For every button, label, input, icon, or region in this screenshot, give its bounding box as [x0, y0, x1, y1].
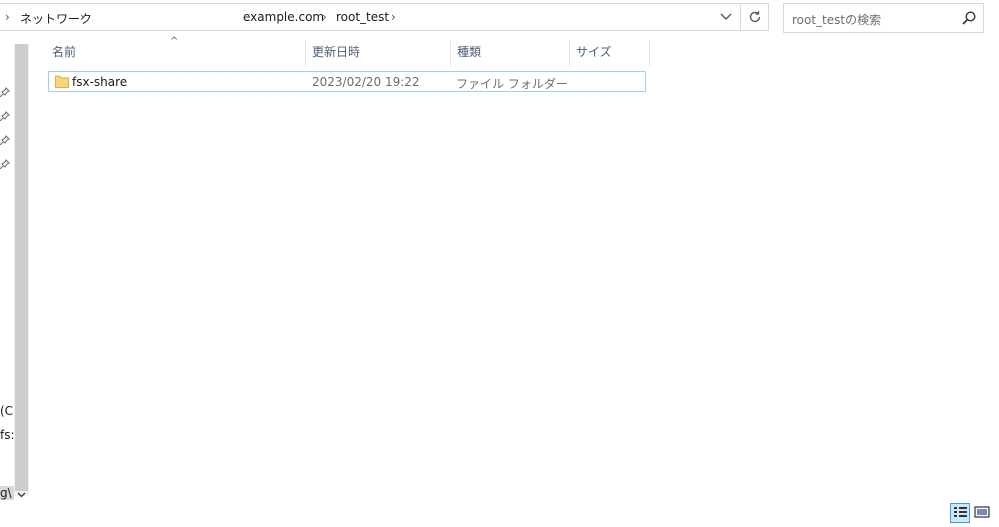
- file-name[interactable]: fsx-share: [72, 75, 127, 89]
- address-history-dropdown[interactable]: [713, 4, 739, 30]
- scroll-down-button[interactable]: [14, 488, 29, 502]
- column-header-size[interactable]: サイズ: [576, 43, 646, 63]
- chevron-right-icon[interactable]: ›: [322, 10, 327, 24]
- large-icons-view-icon: [974, 506, 990, 518]
- nav-item-selected[interactable]: g\: [0, 486, 14, 500]
- pin-icon[interactable]: [0, 111, 10, 121]
- large-icons-view-button[interactable]: [973, 503, 993, 523]
- pin-icon[interactable]: [0, 87, 10, 97]
- chevron-right-icon[interactable]: ›: [5, 10, 10, 24]
- breadcrumb-domain[interactable]: example.com: [243, 10, 324, 24]
- refresh-icon: [749, 11, 760, 23]
- navigation-pane[interactable]: (C fs: g\: [0, 36, 31, 504]
- chevron-right-icon[interactable]: ›: [391, 10, 396, 24]
- details-view-icon: [954, 507, 967, 517]
- column-header-modified[interactable]: 更新日時: [312, 43, 448, 63]
- column-divider[interactable]: [569, 40, 570, 66]
- column-header-label: 名前: [52, 45, 77, 59]
- scroll-up-button[interactable]: [14, 36, 29, 44]
- breadcrumb-folder[interactable]: root_test: [336, 10, 389, 24]
- address-bar[interactable]: › ネットワーク › example.com › root_test ›: [0, 3, 769, 31]
- pin-icon[interactable]: [0, 135, 10, 145]
- chevron-down-icon: [17, 492, 26, 498]
- column-header-type[interactable]: 種類: [457, 43, 567, 63]
- file-row[interactable]: fsx-share 2023/02/20 19:22 ファイル フォルダー: [48, 71, 646, 92]
- file-modified: 2023/02/20 19:22: [312, 75, 420, 89]
- nav-item-drive[interactable]: (C: [0, 404, 14, 418]
- chevron-down-icon: [720, 13, 732, 20]
- search-icon[interactable]: [961, 10, 977, 26]
- column-divider[interactable]: [649, 40, 650, 66]
- refresh-button[interactable]: [741, 4, 768, 30]
- column-header-name[interactable]: 名前: [52, 43, 304, 63]
- folder-icon: [55, 75, 69, 88]
- chevron-right-icon[interactable]: ›: [80, 10, 85, 24]
- search-input[interactable]: root_testの検索: [783, 3, 984, 33]
- column-header-label: サイズ: [576, 45, 612, 59]
- pin-icon[interactable]: [0, 159, 10, 169]
- search-placeholder: root_testの検索: [792, 13, 882, 27]
- column-header-label: 種類: [457, 45, 482, 59]
- scrollbar-thumb[interactable]: [15, 44, 28, 491]
- column-divider[interactable]: [305, 40, 306, 66]
- details-view-button[interactable]: [950, 503, 970, 523]
- column-header-label: 更新日時: [312, 45, 361, 59]
- column-divider[interactable]: [450, 40, 451, 66]
- file-type: ファイル フォルダー: [456, 77, 568, 91]
- nav-item-share[interactable]: fs:: [0, 428, 14, 442]
